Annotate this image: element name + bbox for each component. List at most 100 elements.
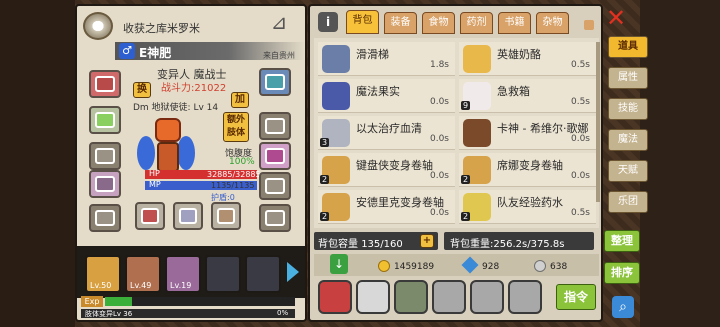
equip-slot-empty-1[interactable] — [89, 142, 121, 170]
exp-percent: 14% — [275, 296, 293, 305]
item-weight: 0.5s — [570, 208, 590, 218]
list-item[interactable]: 滑滑梯 1.8s — [318, 42, 455, 76]
equip-slot-barrel[interactable] — [89, 170, 121, 198]
crossbow-action-icon[interactable] — [394, 280, 428, 314]
item-weight: 1.8s — [429, 60, 449, 70]
list-item[interactable]: 键盘侠变身卷轴 0.0s 2 — [318, 153, 455, 187]
character-title: 收获之库米罗米 — [123, 22, 200, 35]
side-tab-0[interactable]: 道具 — [608, 36, 648, 58]
team-member-3[interactable]: Lv.19 — [165, 255, 201, 293]
tab-0[interactable]: 背包 — [346, 10, 379, 34]
team-member-2[interactable]: Lv.49 — [125, 255, 161, 293]
origin-text: 来自贵州 — [263, 51, 295, 60]
info-button[interactable]: i — [318, 12, 338, 32]
item-icon — [322, 45, 350, 73]
barrel-action-icon[interactable] — [318, 280, 352, 314]
search-icon[interactable]: ⌕ — [612, 296, 634, 318]
equip-slot-leaf[interactable] — [89, 106, 121, 134]
list-item[interactable]: 安德里克变身卷轴 0.0s 2 — [318, 190, 455, 224]
expand-capacity-button[interactable]: + — [420, 234, 434, 248]
weapon-slot-2[interactable] — [173, 202, 203, 230]
close-icon[interactable]: ✕ — [604, 6, 628, 30]
magnify-action-icon-1[interactable] — [432, 280, 466, 314]
tab-2[interactable]: 食物 — [422, 12, 455, 34]
item-name: 席娜变身卷轴 — [497, 159, 563, 172]
equip-slot-chest[interactable] — [89, 70, 121, 98]
magnify-action-icon-2[interactable] — [470, 280, 504, 314]
tab-5[interactable]: 杂物 — [536, 12, 569, 34]
equip-slot-empty-5[interactable] — [259, 204, 291, 232]
sort-button[interactable]: 整理 — [604, 230, 640, 252]
mutation-value: 0% — [277, 309, 289, 317]
tab-4[interactable]: 书籍 — [498, 12, 531, 34]
bag-panel: i 背包 装备 食物 药剂 书籍 杂物 滑滑梯 1.8s 英雄奶酪 0.5s 魔法果实 0.0s 急救… — [308, 4, 603, 322]
right-map-strip — [640, 0, 720, 327]
team-scroll-arrow-icon[interactable] — [287, 262, 299, 282]
tab-scroll-icon[interactable] — [584, 20, 594, 30]
equip-slot-empty-2[interactable] — [89, 204, 121, 232]
gem-value: 928 — [482, 262, 500, 272]
command-button[interactable]: 指令 — [556, 284, 596, 310]
item-count: 2 — [461, 175, 471, 184]
equip-slot-gem[interactable] — [259, 68, 291, 96]
team-member-1[interactable]: Lv.50 — [85, 255, 121, 293]
capacity-label: 背包容量 135/160 — [318, 239, 403, 250]
satiety-value: 100% — [229, 157, 255, 167]
equip-slot-empty-4[interactable] — [259, 172, 291, 200]
extra-body-button[interactable]: 额外肢体 — [223, 112, 249, 142]
equip-slot-empty-3[interactable] — [259, 112, 291, 140]
item-count: 2 — [461, 212, 471, 221]
side-tab-3[interactable]: 魔法 — [608, 129, 648, 151]
list-item[interactable]: 以太治疗血清 0.0s 3 — [318, 116, 455, 150]
equip-slot-pouch[interactable] — [259, 142, 291, 170]
list-item[interactable]: 魔法果实 0.0s — [318, 79, 455, 113]
transfer-action-icon[interactable] — [508, 280, 542, 314]
item-weight: 0.0s — [570, 171, 590, 181]
list-item[interactable]: 卡神 - 希维尔·歌娜 0.0s — [459, 116, 596, 150]
team-member-empty-1[interactable] — [205, 255, 241, 293]
tab-3[interactable]: 药剂 — [460, 12, 493, 34]
level-line: Dm 地狱使徒: Lv 14 — [133, 103, 219, 113]
weapon-slot-1[interactable] — [135, 202, 165, 230]
item-name: 滑滑梯 — [356, 48, 389, 61]
list-item[interactable]: 席娜变身卷轴 0.0s 2 — [459, 153, 596, 187]
item-name: 键盘侠变身卷轴 — [356, 159, 433, 172]
tab-1[interactable]: 装备 — [384, 12, 417, 34]
left-map-strip — [0, 0, 75, 327]
exp-bar — [105, 297, 295, 306]
team-member-level: Lv.50 — [90, 281, 112, 290]
item-icon — [322, 82, 350, 110]
add-button[interactable]: 加 — [231, 92, 249, 108]
list-item[interactable]: 队友经验药水 0.5s 2 — [459, 190, 596, 224]
side-tab-5[interactable]: 乐团 — [608, 191, 648, 213]
weight-label: 背包重量:256.2s/375.8s — [450, 239, 565, 250]
side-tab-4[interactable]: 天赋 — [608, 160, 648, 182]
gender-icon: ♂ — [119, 43, 135, 59]
item-name: 魔法果实 — [356, 85, 400, 98]
item-name: 队友经验药水 — [497, 196, 563, 209]
mutation-label: 肢体变异Lv 36 — [85, 310, 133, 318]
gold-value: 1459189 — [394, 262, 435, 272]
item-weight: 0.0s — [429, 171, 449, 181]
hanger-icon[interactable]: ⊿ — [263, 10, 295, 34]
team-member-empty-2[interactable] — [245, 255, 281, 293]
item-weight: 0.0s — [570, 134, 590, 144]
guild-emblem-icon — [83, 12, 113, 40]
team-member-level: Lv.49 — [130, 281, 152, 290]
order-button[interactable]: 排序 — [604, 262, 640, 284]
download-icon[interactable]: ↓ — [330, 254, 348, 274]
hp-value: 32885/32885 — [207, 170, 261, 179]
character-name: E神肥 — [139, 46, 172, 60]
swap-button[interactable]: 换 — [133, 82, 151, 98]
list-scrollbar[interactable] — [596, 42, 600, 202]
item-weight: 0.5s — [570, 97, 590, 107]
side-tab-2[interactable]: 技能 — [608, 98, 648, 120]
item-weight: 0.0s — [429, 208, 449, 218]
can-action-icon[interactable] — [356, 280, 390, 314]
side-tab-1[interactable]: 属性 — [608, 67, 648, 89]
hp-label: HP — [149, 169, 160, 178]
list-item[interactable]: 英雄奶酪 0.5s — [459, 42, 596, 76]
exp-label: Exp — [81, 296, 103, 307]
list-item[interactable]: 急救箱 0.5s 9 — [459, 79, 596, 113]
weapon-slot-3[interactable] — [211, 202, 241, 230]
